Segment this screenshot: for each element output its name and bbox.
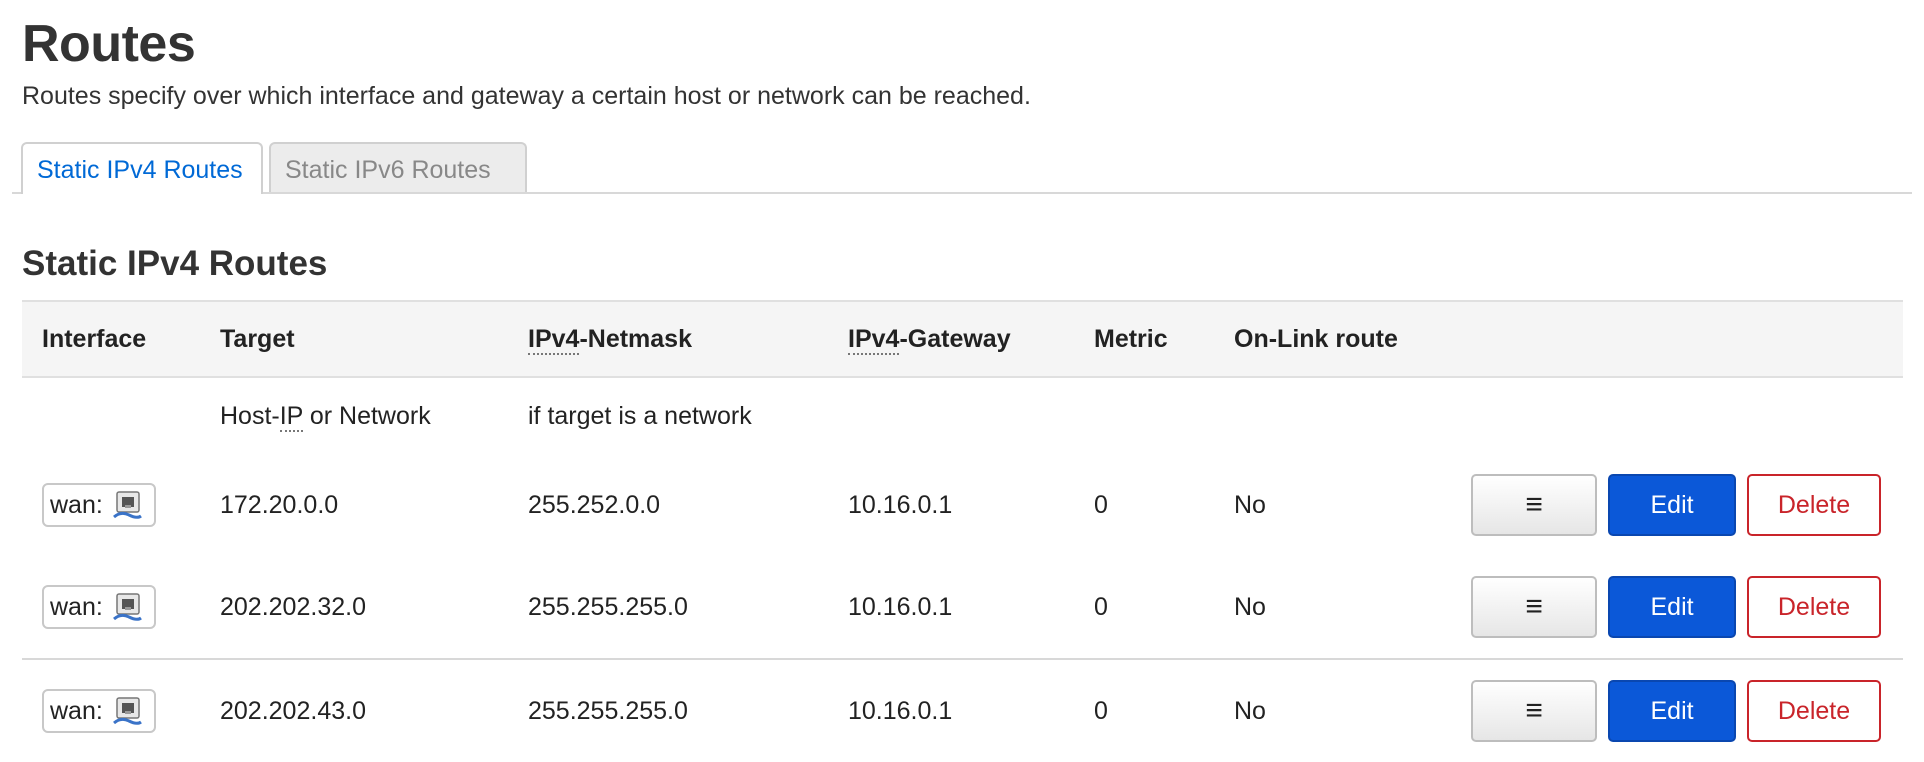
drag-sort-button[interactable]: ≡ (1471, 680, 1598, 742)
page-title: Routes (22, 15, 196, 73)
header-gateway-label: -Gateway (899, 324, 1011, 353)
gateway-cell: 10.16.0.1 (848, 592, 953, 621)
table-row: wan: 172.20.0.0 255.252.0.0 10.16.0.1 0 … (22, 454, 1903, 556)
page-description: Routes specify over which interface and … (22, 82, 1031, 110)
edit-button[interactable]: Edit (1608, 474, 1737, 536)
actions-cell: ≡ Edit Delete (1434, 658, 1903, 762)
netmask-cell: 255.252.0.0 (528, 490, 661, 519)
target-cell: 202.202.43.0 (200, 658, 508, 762)
netmask-cell: 255.255.255.0 (508, 658, 828, 762)
drag-sort-button[interactable]: ≡ (1471, 474, 1598, 536)
drag-sort-button[interactable]: ≡ (1471, 576, 1598, 638)
netmask-description: if target is a network (528, 401, 752, 430)
header-gateway-abbr: IPv4 (848, 324, 900, 355)
tab-static-ipv4-routes[interactable]: Static IPv4 Routes (21, 142, 263, 194)
tab-static-ipv6-routes[interactable]: Static IPv6 Routes (269, 142, 527, 192)
onlink-cell: No (1214, 658, 1434, 762)
ethernet-port-icon (112, 491, 142, 519)
metric-cell: 0 (1074, 658, 1214, 762)
gateway-cell: 10.16.0.1 (828, 658, 1074, 762)
delete-button[interactable]: Delete (1747, 680, 1881, 742)
onlink-cell: No (1234, 592, 1266, 621)
interface-name: wan: (50, 592, 103, 621)
edit-button[interactable]: Edit (1608, 680, 1737, 742)
gateway-cell: 10.16.0.1 (848, 490, 953, 519)
delete-button[interactable]: Delete (1747, 576, 1881, 638)
actions-cell: ≡ Edit Delete (1434, 454, 1903, 556)
target-description: Host-IP or Network (220, 401, 431, 432)
header-gateway: IPv4-Gateway (828, 300, 1074, 378)
metric-cell: 0 (1094, 592, 1108, 621)
header-target: Target (200, 300, 508, 378)
delete-button[interactable]: Delete (1747, 474, 1881, 536)
actions-cell: ≡ Edit Delete (1434, 556, 1903, 659)
interface-badge: wan: (42, 689, 156, 733)
header-interface: Interface (22, 300, 200, 378)
interface-badge: wan: (42, 585, 156, 629)
ethernet-port-icon (112, 593, 142, 621)
table-header-row: Interface Target IPv4-Netmask IPv4-Gatew… (22, 300, 1903, 378)
edit-button[interactable]: Edit (1608, 576, 1737, 638)
description-row: Host-IP or Network if target is a networ… (22, 377, 1903, 454)
interface-cell: wan: (22, 454, 200, 556)
target-cell: 202.202.32.0 (220, 592, 366, 621)
ip-abbr: IP (279, 401, 303, 432)
netmask-cell: 255.255.255.0 (528, 592, 688, 621)
interface-cell: wan: (22, 658, 200, 762)
tab-bar: Static IPv4 Routes Static IPv6 Routes (12, 142, 1912, 194)
metric-cell: 0 (1094, 490, 1108, 519)
header-netmask-label: -Netmask (579, 324, 692, 353)
ethernet-port-icon (112, 697, 142, 725)
header-netmask-abbr: IPv4 (528, 324, 580, 355)
interface-name: wan: (50, 696, 103, 725)
routes-table: Interface Target IPv4-Netmask IPv4-Gatew… (22, 300, 1903, 762)
header-metric: Metric (1074, 300, 1214, 378)
interface-cell: wan: (22, 556, 200, 659)
target-cell: 172.20.0.0 (220, 490, 339, 519)
header-onlink-route: On-Link route (1214, 300, 1434, 378)
header-netmask: IPv4-Netmask (508, 300, 828, 378)
interface-badge: wan: (42, 483, 156, 527)
header-actions (1434, 300, 1903, 378)
interface-name: wan: (50, 490, 103, 519)
onlink-cell: No (1234, 490, 1266, 519)
table-row: wan: 202.202.43.0 255.255.255.0 10.16.0.… (22, 658, 1903, 762)
table-row: wan: 202.202.32.0 255.255.255.0 10.16.0.… (22, 556, 1903, 659)
section-title: Static IPv4 Routes (22, 244, 328, 283)
